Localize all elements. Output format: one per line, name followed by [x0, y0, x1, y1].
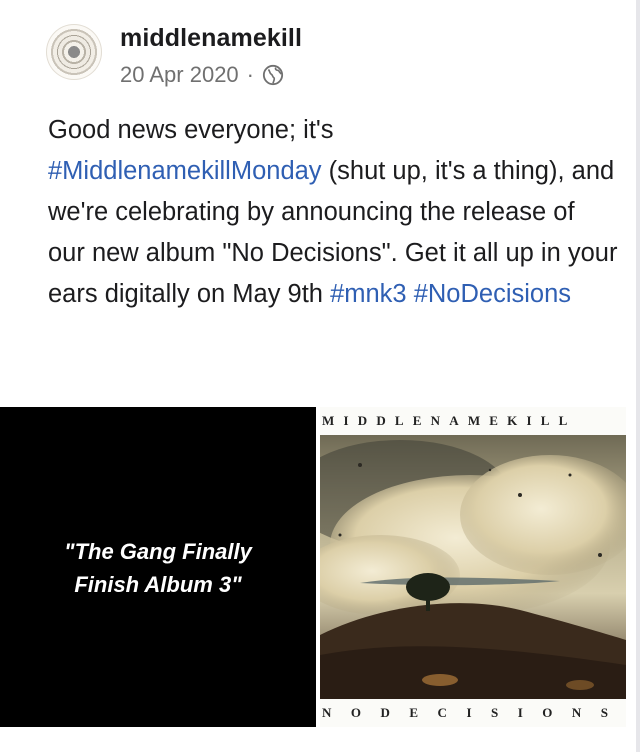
hashtag-link[interactable]: #NoDecisions [414, 280, 571, 308]
album-title-text: NODECISIONS [322, 705, 626, 720]
image-caption-line2: Finish Album 3" [74, 572, 242, 597]
image-caption: "The Gang Finally Finish Album 3" [0, 535, 316, 601]
post-username[interactable]: middlenamekill [120, 24, 302, 53]
post-body: Good news everyone; it's #Middlenamekill… [48, 110, 618, 315]
post-card: middlenamekill 20 Apr 2020 · Good news e… [0, 0, 640, 752]
post-date[interactable]: 20 Apr 2020 [120, 62, 239, 88]
hashtag-link[interactable]: #mnk3 [330, 280, 407, 308]
album-artwork [320, 435, 626, 699]
post-text-intro: Good news everyone; it's [48, 116, 334, 144]
hashtag-link[interactable]: #MiddlenamekillMonday [48, 157, 322, 185]
globe-icon [262, 64, 284, 86]
media-image-album-cover[interactable]: MIDDLENAMEKILL NODECISIONS [320, 407, 626, 727]
post-meta: 20 Apr 2020 · [120, 62, 284, 88]
album-artist-text: MIDDLENAMEKILL [322, 413, 577, 428]
meta-separator: · [246, 62, 254, 87]
image-caption-line1: "The Gang Finally [64, 539, 252, 564]
media-image-left[interactable]: "The Gang Finally Finish Album 3" [0, 407, 316, 727]
avatar[interactable] [46, 24, 102, 80]
